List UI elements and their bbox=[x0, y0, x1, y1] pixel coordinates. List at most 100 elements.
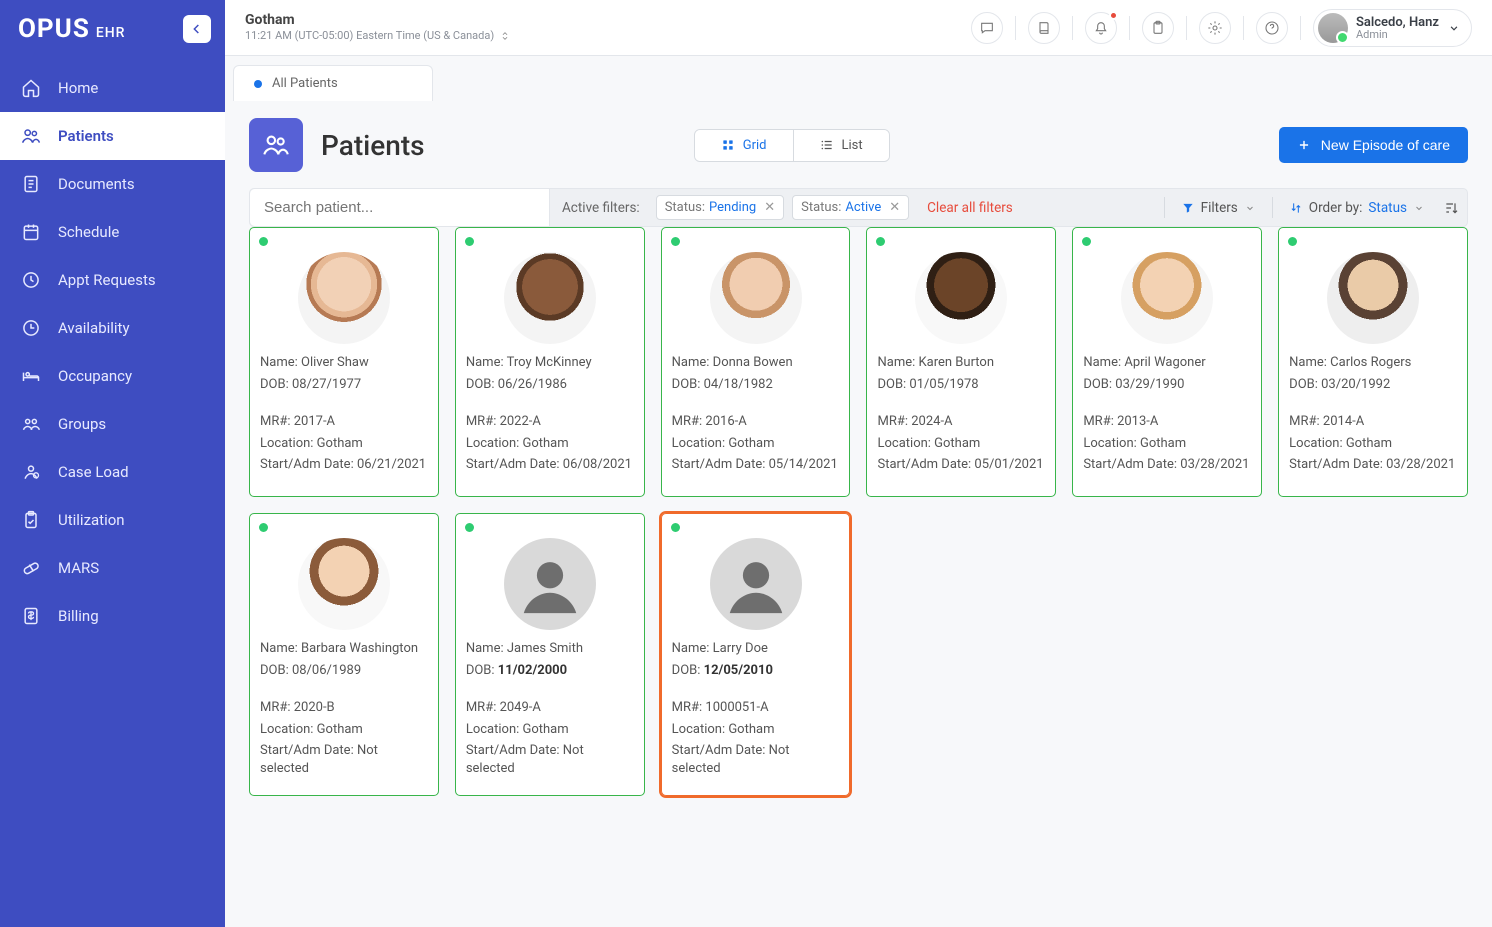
user-name: Salcedo, Hanz bbox=[1356, 16, 1439, 29]
patient-card[interactable]: Name: Donna Bowen DOB: 04/18/1982 MR#: 2… bbox=[661, 227, 851, 497]
clock-check-icon bbox=[20, 318, 42, 338]
sidebar-item-mars[interactable]: MARS bbox=[0, 544, 225, 592]
view-list-button[interactable]: List bbox=[793, 130, 889, 161]
notifications-button[interactable] bbox=[1085, 12, 1117, 44]
patient-photo bbox=[298, 252, 390, 344]
new-episode-button[interactable]: New Episode of care bbox=[1279, 127, 1468, 163]
patient-start: Start/Adm Date: 03/28/2021 bbox=[1289, 456, 1457, 474]
patient-card[interactable]: Name: April Wagoner DOB: 03/29/1990 MR#:… bbox=[1072, 227, 1262, 497]
help-button[interactable] bbox=[1256, 12, 1288, 44]
sidebar-item-patients[interactable]: Patients bbox=[0, 112, 225, 160]
patient-photo bbox=[1327, 252, 1419, 344]
view-grid-button[interactable]: Grid bbox=[695, 130, 793, 161]
status-dot-icon bbox=[465, 523, 474, 532]
topbar-icon-row: Salcedo, Hanz Admin bbox=[971, 9, 1472, 47]
patient-name: Name: Donna Bowen bbox=[672, 354, 840, 372]
patient-dob: DOB: 01/05/1978 bbox=[877, 376, 1045, 394]
sidebar-item-case-load[interactable]: Case Load bbox=[0, 448, 225, 496]
patient-mr: MR#: 2020-B bbox=[260, 699, 428, 717]
sidebar-item-groups[interactable]: Groups bbox=[0, 400, 225, 448]
sidebar-item-label: Case Load bbox=[58, 463, 129, 481]
sidebar-item-label: Billing bbox=[58, 607, 99, 625]
sidebar-item-occupancy[interactable]: Occupancy bbox=[0, 352, 225, 400]
docs-button[interactable] bbox=[1028, 12, 1060, 44]
gear-icon bbox=[1207, 20, 1223, 36]
sidebar-item-label: Utilization bbox=[58, 511, 125, 529]
sidebar-item-availability[interactable]: Availability bbox=[0, 304, 225, 352]
chevron-down-icon bbox=[1447, 21, 1461, 35]
patient-mr: MR#: 2017-A bbox=[260, 413, 428, 431]
user-menu[interactable]: Salcedo, Hanz Admin bbox=[1313, 9, 1472, 47]
user-role: Admin bbox=[1356, 29, 1439, 40]
patient-dob: DOB: 08/27/1977 bbox=[260, 376, 428, 394]
patient-mr: MR#: 2014-A bbox=[1289, 413, 1457, 431]
patient-mr: MR#: 2016-A bbox=[672, 413, 840, 431]
filter-bar: Active filters: Status: Pending ✕Status:… bbox=[249, 188, 1468, 227]
status-dot-icon bbox=[1288, 237, 1297, 246]
sidebar-item-label: Appt Requests bbox=[58, 271, 156, 289]
brand-logo: OPUS EHR bbox=[18, 14, 126, 44]
patient-location: Location: Gotham bbox=[466, 721, 634, 739]
patient-location: Location: Gotham bbox=[466, 435, 634, 453]
status-dot-icon bbox=[1082, 237, 1091, 246]
patient-card[interactable]: Name: Carlos Rogers DOB: 03/20/1992 MR#:… bbox=[1278, 227, 1468, 497]
patient-card[interactable]: Name: Larry Doe DOB: 12/05/2010 MR#: 100… bbox=[661, 513, 851, 796]
arrow-left-icon bbox=[189, 21, 205, 37]
patient-grid: Name: Oliver Shaw DOB: 08/27/1977 MR#: 2… bbox=[249, 227, 1468, 796]
notification-badge bbox=[1109, 11, 1118, 20]
sidebar-item-label: MARS bbox=[58, 559, 99, 577]
remove-chip-icon[interactable]: ✕ bbox=[764, 200, 775, 215]
patient-start: Start/Adm Date: 06/21/2021 bbox=[260, 456, 428, 474]
patient-location: Location: Gotham bbox=[260, 721, 428, 739]
sidebar-item-label: Schedule bbox=[58, 223, 119, 241]
sidebar-item-home[interactable]: Home bbox=[0, 64, 225, 112]
location-block[interactable]: Gotham 11:21 AM (UTC-05:00) Eastern Time… bbox=[245, 12, 510, 43]
sidebar-item-label: Availability bbox=[58, 319, 130, 337]
filter-chip[interactable]: Status: Pending ✕ bbox=[656, 195, 784, 220]
patient-photo bbox=[710, 252, 802, 344]
patient-dob: DOB: 03/20/1992 bbox=[1289, 376, 1457, 394]
sidebar-item-schedule[interactable]: Schedule bbox=[0, 208, 225, 256]
person-placeholder-icon bbox=[721, 549, 791, 619]
sidebar-item-appt-requests[interactable]: Appt Requests bbox=[0, 256, 225, 304]
sidebar-item-utilization[interactable]: Utilization bbox=[0, 496, 225, 544]
groups-icon bbox=[20, 414, 42, 434]
patient-photo bbox=[504, 538, 596, 630]
tab-all-patients[interactable]: All Patients bbox=[233, 65, 433, 101]
page-body: Patients Grid List New Episode of care bbox=[225, 100, 1492, 927]
patient-photo bbox=[1121, 252, 1213, 344]
remove-chip-icon[interactable]: ✕ bbox=[889, 200, 900, 215]
settings-button[interactable] bbox=[1199, 12, 1231, 44]
patient-dob: DOB: 04/18/1982 bbox=[672, 376, 840, 394]
patient-dob: DOB: 11/02/2000 bbox=[466, 662, 634, 680]
patient-location: Location: Gotham bbox=[260, 435, 428, 453]
patients-icon bbox=[262, 131, 290, 159]
patient-location: Location: Gotham bbox=[1083, 435, 1251, 453]
bell-icon bbox=[1093, 20, 1109, 36]
patient-mr: MR#: 1000051-A bbox=[672, 699, 840, 717]
messages-button[interactable] bbox=[971, 12, 1003, 44]
patient-name: Name: Larry Doe bbox=[672, 640, 840, 658]
search-input[interactable] bbox=[250, 189, 550, 226]
clock-icon bbox=[20, 270, 42, 290]
brand-name: OPUS bbox=[18, 14, 90, 44]
patient-card[interactable]: Name: Karen Burton DOB: 01/05/1978 MR#: … bbox=[866, 227, 1056, 497]
filter-chip[interactable]: Status: Active ✕ bbox=[792, 195, 909, 220]
sidebar-item-billing[interactable]: Billing bbox=[0, 592, 225, 640]
list-icon bbox=[820, 138, 834, 152]
sidebar-item-documents[interactable]: Documents bbox=[0, 160, 225, 208]
filters-dropdown[interactable]: Filters bbox=[1171, 189, 1266, 226]
patient-card[interactable]: Name: Barbara Washington DOB: 08/06/1989… bbox=[249, 513, 439, 796]
tab-label: All Patients bbox=[272, 76, 338, 91]
bed-icon bbox=[20, 366, 42, 386]
clipboard-button[interactable] bbox=[1142, 12, 1174, 44]
orderby-dropdown[interactable]: Order by: Status bbox=[1279, 189, 1435, 226]
patient-card[interactable]: Name: Troy McKinney DOB: 06/26/1986 MR#:… bbox=[455, 227, 645, 497]
help-icon bbox=[1264, 20, 1280, 36]
clear-filters-link[interactable]: Clear all filters bbox=[913, 189, 1027, 226]
patient-card[interactable]: Name: Oliver Shaw DOB: 08/27/1977 MR#: 2… bbox=[249, 227, 439, 497]
sidebar-collapse-button[interactable] bbox=[183, 15, 211, 43]
sort-config-button[interactable] bbox=[1435, 189, 1467, 226]
patient-location: Location: Gotham bbox=[672, 435, 840, 453]
patient-card[interactable]: Name: James Smith DOB: 11/02/2000 MR#: 2… bbox=[455, 513, 645, 796]
